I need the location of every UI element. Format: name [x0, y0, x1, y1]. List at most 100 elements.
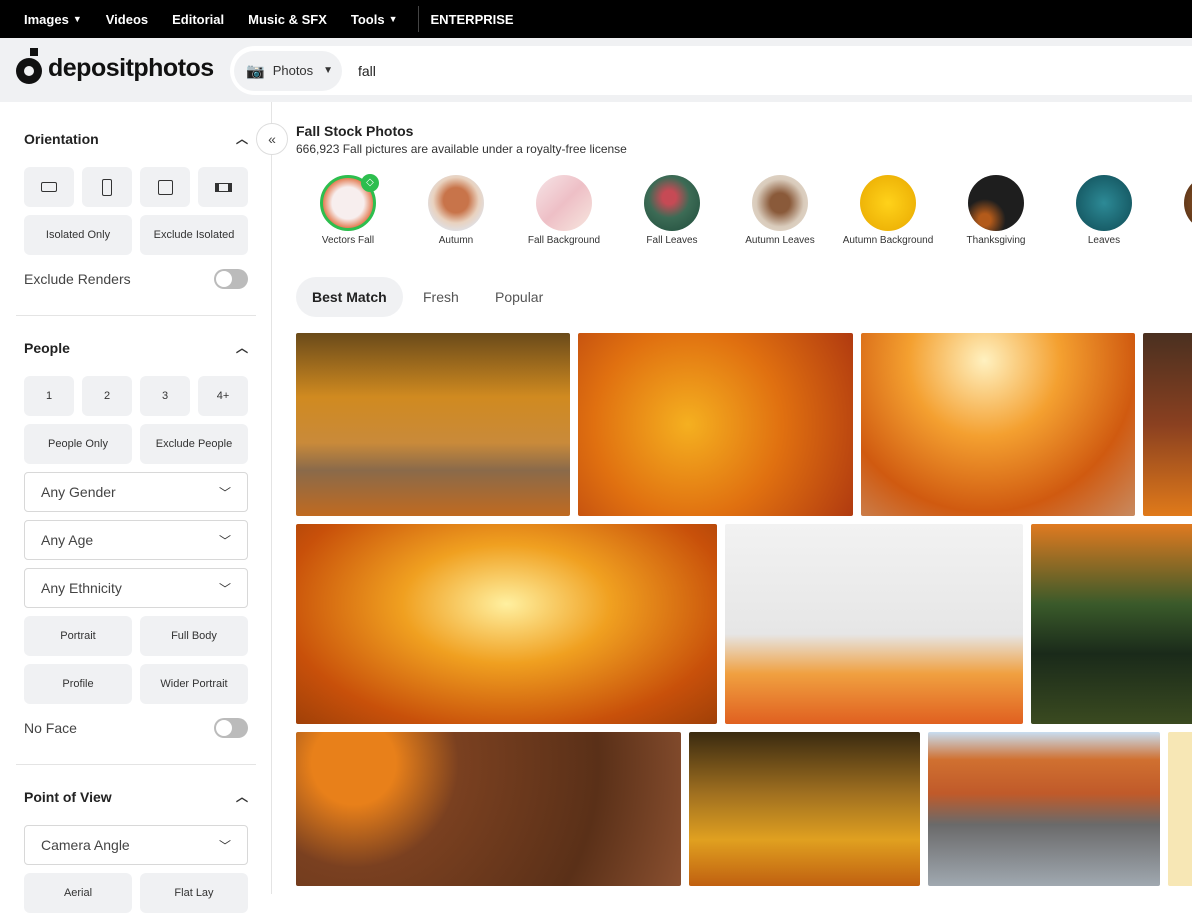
category-label: Leaves — [1087, 235, 1121, 246]
category-thumbnail — [860, 175, 916, 231]
category-autumn[interactable]: Autumn — [402, 175, 510, 246]
collapse-sidebar-button[interactable]: « — [256, 123, 288, 155]
orientation-square-button[interactable] — [140, 167, 190, 207]
nav-tools[interactable]: Tools ▼ — [351, 12, 398, 27]
tab-popular[interactable]: Popular — [495, 277, 543, 317]
select-value: Camera Angle — [41, 837, 130, 853]
category-autumn-background[interactable]: Autumn Background — [834, 175, 942, 246]
ethnicity-select[interactable]: Any Ethnicity ﹀ — [24, 568, 248, 608]
people-count-3-button[interactable]: 3 — [140, 376, 190, 416]
logo[interactable]: depositphotos — [16, 48, 214, 84]
caret-down-icon: ▼ — [323, 65, 334, 76]
vertical-icon — [102, 178, 112, 196]
photo-thumbnail[interactable] — [1143, 333, 1192, 516]
photo-thumbnail[interactable] — [1031, 524, 1192, 724]
header: depositphotos 📷 Photos ▼ — [0, 38, 1192, 102]
category-thumbnail — [1076, 175, 1132, 231]
people-count-2-button[interactable]: 2 — [82, 376, 132, 416]
no-face-row: No Face — [24, 718, 248, 738]
category-fa[interactable]: Fa — [1158, 175, 1192, 246]
photo-thumbnail[interactable] — [296, 333, 570, 516]
photo-thumbnail[interactable] — [296, 524, 717, 724]
vector-badge-icon: ◇ — [361, 174, 379, 192]
photo-thumbnail[interactable] — [689, 732, 920, 886]
nav-label: Tools — [350, 11, 385, 27]
photo-thumbnail[interactable] — [861, 333, 1135, 516]
top-nav: Images ▼ Videos Editorial Music & SFX Too… — [0, 0, 1192, 38]
portrait-button[interactable]: Portrait — [24, 616, 132, 656]
people-count-1-button[interactable]: 1 — [24, 376, 74, 416]
photo-thumbnail[interactable] — [928, 732, 1160, 886]
category-thumbnail: ◇ — [320, 174, 379, 231]
people-only-button[interactable]: People Only — [24, 424, 132, 464]
photo-thumbnail[interactable] — [296, 732, 681, 886]
tab-best-match[interactable]: Best Match — [296, 277, 403, 317]
nav-music-sfx[interactable]: Music & SFX — [248, 12, 327, 27]
tab-fresh[interactable]: Fresh — [423, 277, 459, 317]
category-fall-background[interactable]: Fall Background — [510, 175, 618, 246]
nav-images[interactable]: Images ▼ — [24, 12, 82, 27]
flat-lay-button[interactable]: Flat Lay — [140, 873, 248, 913]
page-title: Fall Stock Photos — [296, 123, 414, 139]
chevron-down-icon: ﹀ — [218, 533, 231, 548]
point-of-view-header[interactable]: Point of View ︿ — [24, 788, 248, 805]
category-fall-leaves[interactable]: Fall Leaves — [618, 175, 726, 246]
results-count: 666,923 Fall pictures are available unde… — [296, 142, 627, 156]
wider-portrait-button[interactable]: Wider Portrait — [140, 664, 248, 704]
exclude-renders-toggle[interactable] — [214, 269, 248, 289]
category-leaves[interactable]: Leaves — [1050, 175, 1158, 246]
caret-down-icon: ▼ — [388, 14, 398, 24]
chevron-up-icon: ︿ — [235, 790, 248, 804]
panoramic-icon — [214, 182, 232, 192]
camera-icon: 📷 — [246, 62, 265, 80]
search-input[interactable] — [358, 62, 1058, 79]
isolated-only-button[interactable]: Isolated Only — [24, 215, 132, 255]
no-face-toggle[interactable] — [214, 718, 248, 738]
double-chevron-left-icon: « — [268, 131, 276, 147]
nav-divider — [417, 6, 419, 32]
orientation-panoramic-button[interactable] — [198, 167, 248, 207]
nav-videos[interactable]: Videos — [106, 12, 148, 27]
exclude-people-button[interactable]: Exclude People — [140, 424, 248, 464]
photo-thumbnail[interactable] — [578, 333, 853, 516]
category-label: Fa — [1158, 235, 1192, 246]
category-label: Autumn Leaves — [745, 235, 815, 246]
filters-sidebar: Orientation ︿ Isolated Only Exclude Isola… — [0, 102, 272, 913]
profile-button[interactable]: Profile — [24, 664, 132, 704]
photo-thumbnail[interactable] — [1168, 732, 1192, 886]
category-autumn-leaves[interactable]: Autumn Leaves — [726, 175, 834, 246]
category-thumbnail — [644, 175, 700, 231]
camera-angle-select[interactable]: Camera Angle ﹀ — [24, 825, 248, 865]
chevron-up-icon: ︿ — [235, 341, 248, 355]
category-thanksgiving[interactable]: Thanksgiving — [942, 175, 1050, 246]
people-count-4plus-button[interactable]: 4+ — [198, 376, 248, 416]
search-type-dropdown[interactable]: 📷 Photos ▼ — [234, 50, 342, 91]
category-label: Fall Leaves — [646, 235, 698, 246]
category-vectors-fall[interactable]: ◇ Vectors Fall — [294, 174, 402, 246]
category-thumbnail — [1184, 175, 1192, 231]
nav-editorial[interactable]: Editorial — [172, 12, 224, 27]
section-title: Orientation — [24, 130, 99, 147]
category-thumbnail — [428, 175, 484, 231]
orientation-vertical-button[interactable] — [82, 167, 132, 207]
category-thumbnail — [536, 175, 592, 231]
logo-icon — [16, 48, 42, 84]
chevron-up-icon: ︿ — [235, 132, 248, 146]
orientation-horizontal-button[interactable] — [24, 167, 74, 207]
exclude-isolated-button[interactable]: Exclude Isolated — [140, 215, 248, 255]
category-label: Thanksgiving — [966, 235, 1026, 246]
orientation-header[interactable]: Orientation ︿ — [24, 130, 248, 147]
aerial-button[interactable]: Aerial — [24, 873, 132, 913]
exclude-renders-label: Exclude Renders — [24, 271, 131, 287]
chevron-down-icon: ﹀ — [218, 485, 231, 500]
horizontal-icon — [41, 182, 57, 192]
photo-thumbnail[interactable] — [725, 524, 1023, 724]
section-title: People — [24, 339, 70, 356]
age-select[interactable]: Any Age ﹀ — [24, 520, 248, 560]
full-body-button[interactable]: Full Body — [140, 616, 248, 656]
exclude-renders-row: Exclude Renders — [24, 269, 248, 289]
people-header[interactable]: People ︿ — [24, 339, 248, 356]
nav-enterprise[interactable]: ENTERPRISE — [431, 12, 514, 27]
gender-select[interactable]: Any Gender ﹀ — [24, 472, 248, 512]
divider — [16, 315, 256, 316]
